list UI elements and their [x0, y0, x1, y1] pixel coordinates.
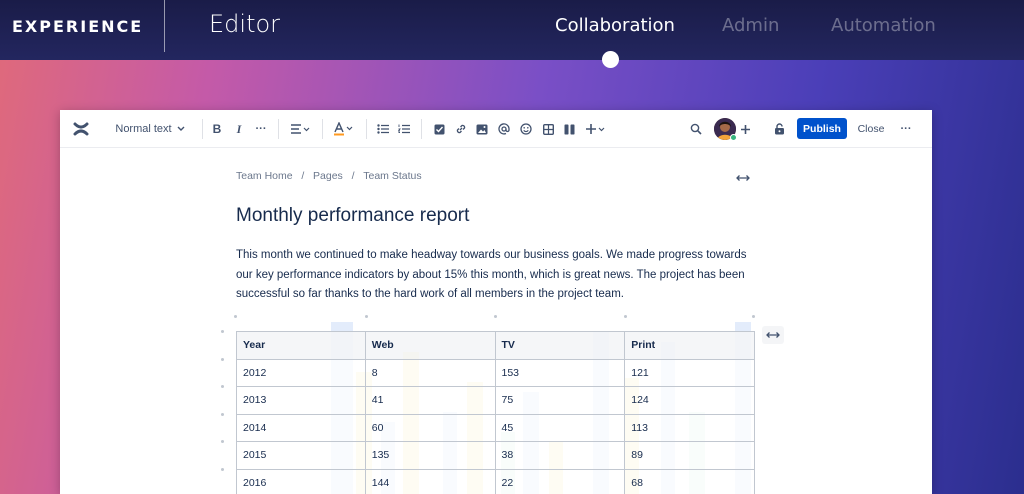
add-collaborator-icon[interactable] — [737, 110, 753, 148]
toolbar-divider — [421, 119, 422, 139]
table-row: 2013 41 75 124 — [236, 386, 755, 415]
emoji-icon[interactable] — [518, 110, 534, 148]
table-cell[interactable]: 45 — [494, 413, 626, 442]
table-header-row: Year Web TV Print — [236, 331, 755, 360]
expand-arrows-icon — [766, 332, 780, 338]
editor-toolbar: Normal text B I ··· Publish Close ··· — [60, 110, 932, 148]
table-cell[interactable]: 8 — [364, 358, 496, 387]
more-formatting-icon[interactable]: ··· — [253, 110, 269, 148]
table-cell[interactable]: 113 — [624, 413, 755, 442]
search-icon[interactable] — [688, 110, 704, 148]
page-width-toggle-icon[interactable] — [736, 170, 750, 188]
table-column-handles — [231, 315, 755, 321]
close-button[interactable]: Close — [854, 118, 888, 139]
data-table: Year Web TV Print 2012 8 153 121 2013 41… — [236, 331, 755, 494]
table-cell[interactable]: 38 — [494, 441, 626, 470]
action-item-icon[interactable] — [431, 110, 447, 148]
table-header-cell[interactable]: TV — [494, 331, 626, 360]
layout-icon[interactable] — [561, 110, 577, 148]
publish-button[interactable]: Publish — [797, 118, 847, 139]
chevron-down-icon — [177, 126, 185, 132]
bold-icon[interactable]: B — [210, 110, 224, 148]
table-cell[interactable]: 144 — [364, 468, 496, 494]
table-cell[interactable]: 75 — [494, 386, 626, 415]
table-cell[interactable]: 68 — [624, 468, 755, 494]
brand-logo: EXPERIENCE — [12, 17, 144, 36]
table-row: 2014 60 45 113 — [236, 413, 755, 442]
toolbar-divider — [202, 119, 203, 139]
toolbar-divider — [278, 119, 279, 139]
row-handle[interactable] — [221, 468, 224, 471]
breadcrumb: Team Home / Pages / Team Status — [236, 170, 422, 182]
text-color-icon[interactable] — [332, 110, 356, 148]
text-style-dropdown[interactable]: Normal text — [110, 110, 190, 148]
table-cell[interactable]: 153 — [494, 358, 626, 387]
table-cell[interactable]: 121 — [624, 358, 755, 387]
bullet-list-icon[interactable] — [375, 110, 391, 148]
table-header-cell[interactable]: Print — [624, 331, 755, 360]
breadcrumb-pages[interactable]: Pages — [313, 170, 343, 182]
column-handle[interactable] — [234, 315, 237, 318]
table-cell[interactable]: 124 — [624, 386, 755, 415]
breadcrumb-team-home[interactable]: Team Home — [236, 170, 293, 182]
image-icon[interactable] — [474, 110, 490, 148]
table-cell[interactable]: 2014 — [236, 413, 366, 442]
table-row: 2015 135 38 89 — [236, 441, 755, 470]
table-cell[interactable]: 60 — [364, 413, 496, 442]
top-bar: EXPERIENCE Editor Collaboration Admin Au… — [0, 0, 1024, 60]
table-header-cell[interactable]: Year — [236, 331, 366, 360]
breadcrumb-team-status[interactable]: Team Status — [363, 170, 421, 182]
restrictions-icon[interactable] — [771, 110, 787, 148]
column-handle[interactable] — [752, 315, 755, 318]
data-table-container: Year Web TV Print 2012 8 153 121 2013 41… — [231, 322, 755, 494]
presence-status-dot — [730, 134, 737, 141]
insert-icon[interactable] — [584, 110, 608, 148]
align-icon[interactable] — [288, 110, 312, 148]
brand-divider — [164, 0, 165, 52]
tab-admin[interactable]: Admin — [722, 15, 779, 36]
table-icon[interactable] — [540, 110, 556, 148]
more-icon[interactable]: ··· — [898, 110, 914, 148]
numbered-list-icon[interactable] — [396, 110, 412, 148]
row-handle[interactable] — [221, 413, 224, 416]
table-cell[interactable]: 2016 — [236, 468, 366, 494]
table-cell[interactable]: 2012 — [236, 358, 366, 387]
italic-icon[interactable]: I — [232, 110, 246, 148]
text-style-label: Normal text — [115, 123, 172, 135]
table-cell[interactable]: 89 — [624, 441, 755, 470]
confluence-logo-icon[interactable] — [70, 110, 92, 148]
row-handle[interactable] — [221, 330, 224, 333]
active-tab-indicator — [602, 51, 619, 68]
table-cell[interactable]: 41 — [364, 386, 496, 415]
table-width-toggle-button[interactable] — [762, 326, 784, 344]
tab-automation[interactable]: Automation — [831, 15, 936, 36]
column-handle[interactable] — [624, 315, 627, 318]
toolbar-divider — [322, 119, 323, 139]
table-header-cell[interactable]: Web — [364, 331, 496, 360]
row-handle[interactable] — [221, 358, 224, 361]
product-title: Editor — [209, 10, 281, 38]
table-cell[interactable]: 2015 — [236, 441, 366, 470]
page-title[interactable]: Monthly performance report — [236, 205, 469, 227]
table-row: 2016 144 22 68 — [236, 468, 755, 494]
table-cell[interactable]: 135 — [364, 441, 496, 470]
column-handle[interactable] — [494, 315, 497, 318]
table-cell[interactable]: 2013 — [236, 386, 366, 415]
column-handle[interactable] — [365, 315, 368, 318]
link-icon[interactable] — [453, 110, 469, 148]
table-row-handles — [221, 325, 227, 494]
table-row: 2012 8 153 121 — [236, 358, 755, 387]
row-handle[interactable] — [221, 440, 224, 443]
breadcrumb-separator: / — [292, 170, 314, 182]
mention-icon[interactable] — [496, 110, 512, 148]
table-cell[interactable]: 22 — [494, 468, 626, 494]
tab-collaboration[interactable]: Collaboration — [555, 15, 675, 36]
row-handle[interactable] — [221, 385, 224, 388]
editor-window: Normal text B I ··· Publish Close ··· Te… — [60, 110, 932, 494]
body-paragraph[interactable]: This month we continued to make headway … — [236, 246, 756, 305]
toolbar-divider — [366, 119, 367, 139]
breadcrumb-separator: / — [342, 170, 364, 182]
